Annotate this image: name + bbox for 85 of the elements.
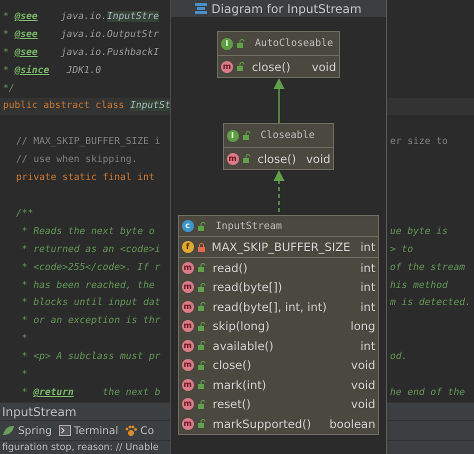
method-badge-icon: m (226, 152, 239, 164)
return-type: int (359, 338, 376, 353)
status-message: figuration stop, reason: // Unable (2, 442, 159, 453)
code-line: * Reads the next byte o (20, 224, 155, 239)
code-line: he end of the (389, 386, 466, 400)
method-name: read(byte[]) (212, 280, 282, 294)
paw-icon (125, 424, 138, 436)
unlocked-icon (236, 39, 245, 48)
code-line: public abstract class InputSt (2, 99, 171, 114)
unlocked-icon (242, 131, 251, 140)
method-name: available() (212, 338, 274, 353)
code-line: * returned as an <code>i (20, 242, 160, 257)
code-line: private static final int (15, 171, 155, 186)
tool-tab[interactable]: Spring (2, 424, 52, 436)
interface-badge-icon: I (226, 130, 239, 142)
method-name: read() (212, 260, 248, 275)
unlocked-icon (198, 222, 206, 230)
method-badge-icon: m (182, 340, 194, 352)
code-line: * @since JDK1.0 (2, 64, 102, 78)
dashed-arrow (273, 170, 284, 215)
code-line: m is detected. (389, 296, 471, 310)
code-line: er size to (389, 135, 448, 150)
return-type: void (305, 152, 330, 166)
method-name: mark(int) (212, 378, 266, 392)
terminal-icon (58, 425, 71, 436)
code-line: * @see java.io.PushbackI (2, 46, 159, 60)
method-name: markSupported() (212, 416, 312, 431)
return-type: void (310, 60, 336, 74)
code-line: ue byte is (389, 224, 448, 239)
popup-title: Diagram for InputStream (211, 2, 362, 16)
return-type: void (350, 397, 376, 412)
return-type: long (350, 319, 376, 334)
return-type: void (350, 358, 376, 372)
code-line: * (20, 368, 28, 382)
field-badge-icon: f (182, 241, 194, 253)
method-badge-icon: m (182, 359, 194, 372)
node-title: Closeable (260, 130, 315, 141)
method-badge-icon: m (220, 60, 233, 72)
code-line: * @see java.io.OutputStr (2, 28, 159, 42)
code-line: od. (389, 350, 408, 364)
method-badge-icon: m (182, 320, 194, 332)
method-badge-icon: m (182, 418, 194, 430)
code-line: * (20, 332, 28, 346)
method-name: close() (252, 60, 290, 74)
method-badge-icon: m (182, 281, 194, 294)
method-name: reset() (212, 397, 251, 412)
method-name: close() (258, 152, 296, 166)
arrow (273, 78, 284, 123)
code-line: * @return the next b (20, 386, 160, 400)
diagram-icon (195, 3, 208, 14)
code-line: */ (2, 82, 15, 96)
code-line: * or an exception is thr (20, 314, 160, 328)
code-line: * <p> A subclass must pr (20, 350, 160, 364)
method-name: read(byte[], int, int) (212, 300, 327, 314)
method-name: close() (212, 358, 252, 372)
code-line: > to (389, 242, 414, 257)
tool-tab[interactable]: Co (125, 424, 154, 436)
method-badge-icon: m (182, 398, 194, 410)
tool-tab[interactable]: Terminal (58, 424, 118, 436)
method-badge-icon: m (182, 378, 194, 391)
return-type: boolean (328, 416, 376, 431)
interface-badge-icon: I (220, 38, 233, 50)
node-title: AutoCloseable (254, 38, 334, 49)
field-type: int (359, 240, 376, 254)
return-type: int (359, 280, 376, 294)
method-badge-icon: m (182, 300, 194, 313)
method-badge-icon: m (182, 262, 194, 274)
panel-title: InputStream (2, 404, 76, 418)
leaf-icon (2, 425, 15, 436)
field-name: MAX_SKIP_BUFFER_SIZE (212, 240, 350, 254)
node-title: InputStream (216, 220, 282, 232)
code-line: his method (389, 278, 448, 293)
return-type: int (359, 300, 376, 314)
code-line: * @see java.io.InputStre (2, 10, 159, 24)
return-type: int (359, 260, 376, 275)
code-line: * blocks until input dat (20, 296, 160, 310)
class-badge-icon: c (182, 220, 194, 232)
code-line: * has been reached, the (20, 278, 155, 293)
code-line: of the stream (389, 260, 466, 275)
code-line: // MAX_SKIP_BUFFER_SIZE i (15, 135, 160, 150)
return-type: void (350, 378, 376, 392)
code-line: // use when skipping. (15, 153, 138, 168)
code-line: * <code>255</code>. If r (20, 260, 160, 275)
method-name: skip(long) (212, 319, 270, 334)
code-line: /** (15, 206, 34, 221)
